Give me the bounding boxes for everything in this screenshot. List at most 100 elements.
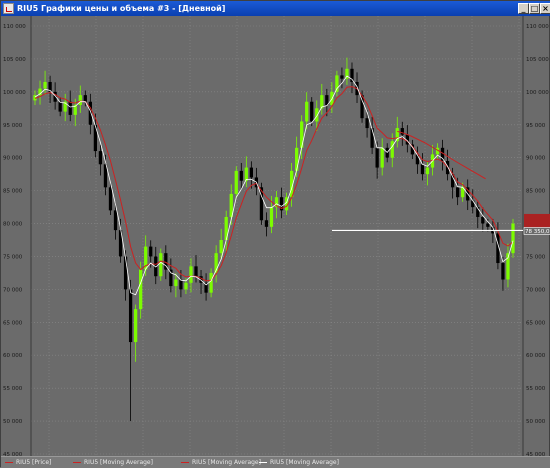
- left-tick-label: 75 000: [3, 254, 23, 260]
- candle-body: [209, 272, 213, 293]
- legend-item-ma-3: RIU5 [Moving Average]: [259, 459, 339, 467]
- left-tick-label: 70 000: [3, 287, 23, 293]
- candle-body: [365, 118, 369, 129]
- chart-app-icon: [3, 3, 14, 14]
- legend-swatch-ma-2: [181, 462, 189, 463]
- candle-body: [471, 200, 475, 208]
- candle-body: [108, 187, 113, 211]
- candle-body: [420, 164, 425, 175]
- legend-swatch-price: [5, 462, 13, 463]
- title-bar[interactable]: RIU5 Графики цены и объема #3 - [Дневной…: [1, 1, 550, 16]
- candle-body: [360, 95, 364, 119]
- minimize-button[interactable]: _: [518, 3, 529, 14]
- candle-body: [98, 151, 103, 165]
- left-tick-label: 65 000: [3, 320, 23, 326]
- candle-body: [269, 207, 274, 227]
- candlesticks: [33, 57, 515, 422]
- last-price-label: 78 350,0: [525, 229, 550, 235]
- candle-body: [295, 147, 299, 171]
- legend-item-ma-1: RIU5 [Moving Average]: [73, 459, 153, 467]
- candle-body: [239, 170, 243, 181]
- right-tick-label: 70 000: [526, 287, 546, 293]
- right-tick-label: 55 000: [526, 386, 546, 392]
- candle-body: [340, 75, 344, 79]
- maximize-button[interactable]: □: [529, 3, 540, 14]
- candle-body: [189, 266, 193, 283]
- candle-body: [123, 256, 128, 290]
- candle-body: [169, 269, 173, 287]
- right-tick-label: 75 000: [526, 254, 546, 260]
- candle-body: [133, 309, 138, 343]
- left-tick-label: 80 000: [3, 222, 23, 228]
- right-tick-label: 100 000: [526, 90, 549, 96]
- candle-body: [43, 81, 47, 89]
- candle-body: [380, 147, 384, 168]
- candle-body: [219, 240, 223, 254]
- right-tick-label: 90 000: [526, 156, 546, 162]
- left-tick-label: 55 000: [3, 386, 23, 392]
- right-tick-label: 105 000: [526, 57, 549, 63]
- left-tick-label: 100 000: [3, 90, 26, 96]
- candle-body: [113, 210, 118, 231]
- legend-label-price: RIU5 [Price]: [16, 459, 52, 466]
- candle-body: [128, 289, 133, 343]
- legend-swatch-ma-3: [259, 462, 267, 463]
- candle-body: [264, 220, 269, 227]
- candle-body: [139, 269, 143, 310]
- candle-body: [486, 223, 490, 227]
- left-tick-label: 60 000: [3, 353, 23, 359]
- candle-body: [149, 246, 153, 257]
- legend-bar: RIU5 [Price] RIU5 [Moving Average] RIU5 …: [1, 456, 550, 468]
- right-tick-label: 65 000: [526, 320, 546, 326]
- left-tick-label: 50 000: [3, 419, 23, 425]
- candle-body: [78, 95, 82, 106]
- right-price-axis: 45 00050 00055 00060 00065 00070 00075 0…: [522, 16, 549, 456]
- left-tick-label: 90 000: [3, 156, 23, 162]
- right-tick-label: 85 000: [526, 189, 546, 195]
- right-tick-label: 50 000: [526, 419, 546, 425]
- left-tick-label: 105 000: [3, 57, 26, 63]
- candle-body: [58, 101, 62, 112]
- right-tick-label: 110 000: [526, 24, 549, 30]
- candle-body: [83, 95, 87, 102]
- candle-body: [456, 187, 460, 198]
- price-level: 78 350,0: [332, 213, 550, 235]
- candle-body: [179, 279, 183, 290]
- grid-lines: [31, 16, 523, 456]
- right-tick-label: 95 000: [526, 123, 546, 129]
- close-button[interactable]: ×: [540, 3, 550, 14]
- candle-body: [244, 167, 248, 181]
- candle-body: [305, 101, 309, 122]
- candle-body: [350, 68, 354, 82]
- candle-body: [511, 223, 515, 254]
- candle-body: [194, 266, 198, 277]
- candle-body: [68, 101, 72, 115]
- candle-body: [370, 128, 374, 148]
- legend-label-ma-2: RIU5 [Moving Average]: [192, 459, 261, 466]
- left-tick-label: 85 000: [3, 189, 23, 195]
- candle-body: [390, 141, 394, 158]
- legend-item-price: RIU5 [Price]: [5, 459, 51, 467]
- legend-swatch-ma-1: [73, 462, 81, 463]
- candle-body: [174, 279, 178, 287]
- candle-body: [501, 263, 505, 280]
- candle-body: [234, 170, 238, 194]
- window-title: RIU5 Графики цены и объема #3 - [Дневной…: [17, 4, 226, 13]
- candle-body: [159, 253, 163, 277]
- legend-item-ma-2: RIU5 [Moving Average]: [181, 459, 261, 467]
- candle-body: [184, 282, 188, 290]
- legend-label-ma-1: RIU5 [Moving Average]: [84, 459, 153, 466]
- right-tick-label: 60 000: [526, 353, 546, 359]
- candle-body: [375, 147, 379, 168]
- price-chart[interactable]: 45 00050 00055 00060 00065 00070 00075 0…: [1, 16, 550, 456]
- candle-body: [310, 101, 314, 122]
- left-tick-label: 95 000: [3, 123, 23, 129]
- left-price-axis: 45 00050 00055 00060 00065 00070 00075 0…: [3, 16, 32, 456]
- chart-window: RIU5 Графики цены и объема #3 - [Дневной…: [0, 0, 550, 468]
- left-tick-label: 110 000: [3, 24, 26, 30]
- candle-body: [400, 128, 404, 135]
- legend-label-ma-3: RIU5 [Moving Average]: [270, 459, 339, 466]
- candle-body: [425, 167, 430, 175]
- candle-body: [481, 216, 485, 224]
- candle-body: [249, 167, 253, 178]
